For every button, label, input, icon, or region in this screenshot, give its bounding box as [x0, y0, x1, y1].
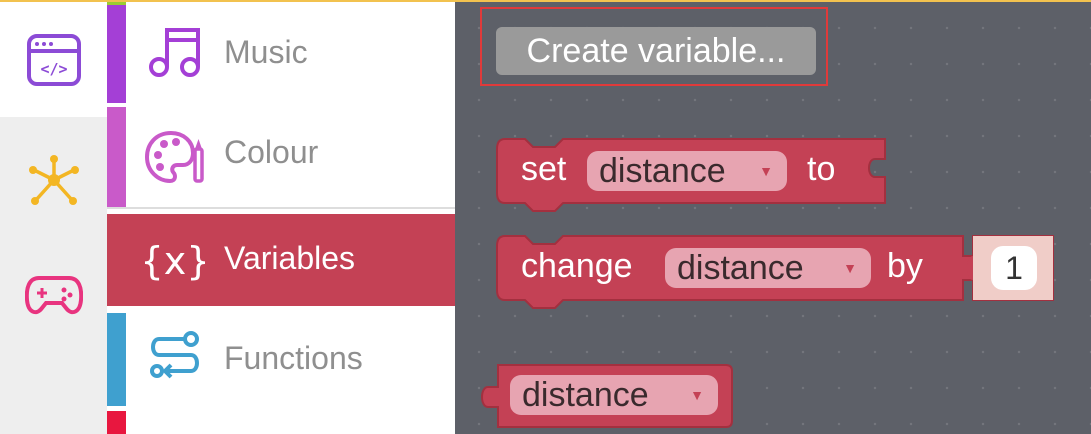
variable-getter-block[interactable]: distance ▼ [478, 363, 734, 431]
category-music[interactable]: Music [107, 0, 455, 103]
change-amount-input[interactable]: 1 [991, 246, 1037, 290]
category-label-variables: Variables [224, 240, 356, 276]
rail-item-code[interactable]: </> [0, 2, 107, 117]
variable-dropdown-value: distance [522, 376, 649, 414]
variable-dropdown-value: distance [599, 152, 726, 190]
set-keyword: set [521, 150, 567, 188]
category-divider [107, 207, 455, 209]
variable-dropdown[interactable]: distance ▼ [587, 151, 787, 191]
category-color-bar [107, 313, 126, 406]
category-color-bar-next [107, 411, 126, 434]
rail-item-network[interactable] [0, 125, 107, 235]
category-color-bar [107, 0, 126, 103]
dropdown-arrow-icon: ▼ [759, 163, 773, 179]
highlight-box [480, 7, 828, 86]
code-window-icon: </> [26, 33, 81, 86]
change-variable-block[interactable]: change distance ▼ by 1 [495, 234, 1055, 314]
change-keyword: change [521, 247, 633, 285]
dropdown-arrow-icon: ▼ [843, 260, 857, 276]
category-variables[interactable]: {x} Variables [107, 214, 455, 306]
svg-text:</>: </> [40, 60, 67, 78]
top-accent-line [0, 0, 1091, 2]
by-keyword: by [887, 247, 923, 285]
category-label-functions: Functions [224, 340, 363, 376]
music-note-icon [143, 20, 207, 84]
variable-dropdown-value: distance [677, 249, 804, 287]
braces-x-icon: {x} [143, 228, 207, 292]
category-colour[interactable]: Colour [107, 107, 455, 207]
rail-item-games[interactable] [0, 240, 107, 350]
palette-icon [143, 125, 207, 189]
network-icon [28, 155, 79, 205]
set-variable-block[interactable]: set distance ▼ to [495, 137, 895, 215]
svg-text:{x}: {x} [145, 239, 205, 283]
variable-dropdown[interactable]: distance ▼ [665, 248, 871, 288]
category-label-colour: Colour [224, 134, 319, 170]
category-color-bar [107, 107, 126, 207]
category-label-music: Music [224, 34, 308, 70]
dropdown-arrow-icon: ▼ [690, 387, 704, 403]
to-keyword: to [807, 150, 836, 188]
variable-dropdown[interactable]: distance ▼ [510, 375, 718, 415]
gamepad-icon [24, 276, 83, 315]
functions-icon [143, 327, 207, 391]
category-functions[interactable]: Functions [107, 313, 455, 406]
editor-mode-rail: </> [0, 0, 107, 434]
